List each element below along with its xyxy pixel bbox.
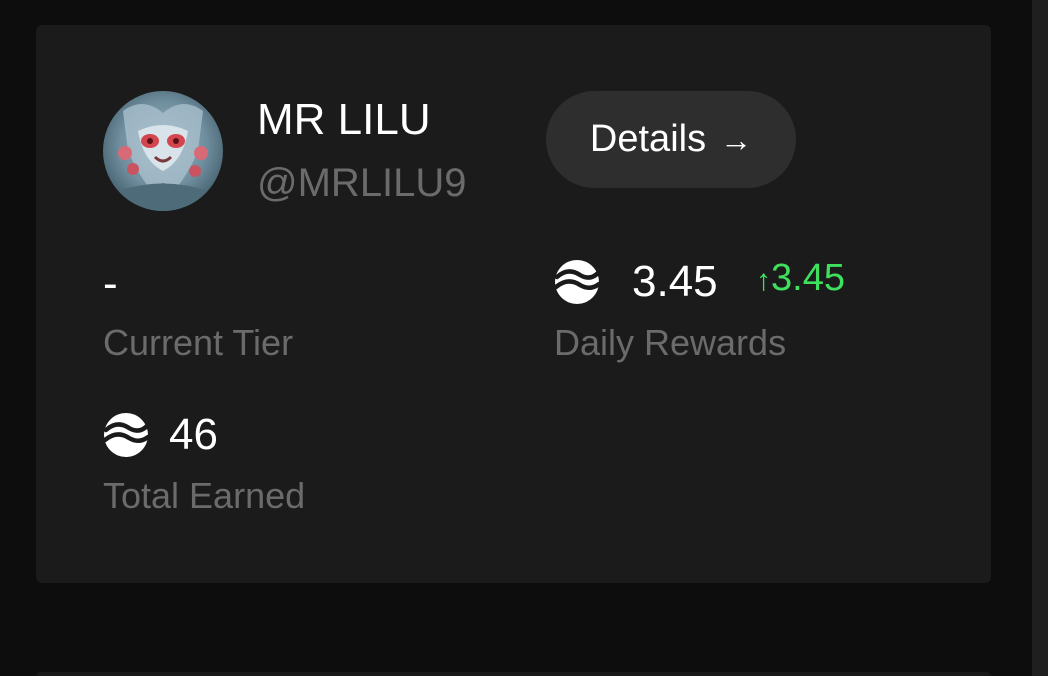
arrow-right-icon: → — [720, 121, 753, 158]
avatar-image — [103, 91, 223, 211]
scrollbar-track[interactable] — [1032, 0, 1048, 676]
user-handle: @MRLILU9 — [257, 161, 467, 205]
profile-card: MR LILU @MRLILU9 Details → - Current Tie… — [36, 25, 991, 583]
total-earned-value: 46 — [169, 410, 218, 459]
next-card-edge — [36, 672, 991, 676]
current-tier-value: - — [103, 259, 118, 308]
daily-rewards-delta-value: 3.45 — [771, 257, 845, 299]
user-name: MR LILU — [257, 95, 431, 144]
details-button-label: Details — [589, 118, 707, 160]
daily-rewards-label: Daily Rewards — [554, 322, 787, 363]
coin-icon — [103, 413, 149, 457]
total-earned-label: Total Earned — [103, 475, 306, 516]
daily-rewards-value: 3.45 — [632, 257, 718, 306]
avatar[interactable] — [103, 91, 223, 211]
coin-icon — [554, 260, 600, 304]
arrow-up-icon: ↑ — [756, 264, 771, 297]
details-button[interactable]: Details → — [546, 91, 796, 188]
current-tier-label: Current Tier — [103, 322, 294, 363]
daily-rewards-delta: ↑3.45 — [756, 256, 845, 303]
